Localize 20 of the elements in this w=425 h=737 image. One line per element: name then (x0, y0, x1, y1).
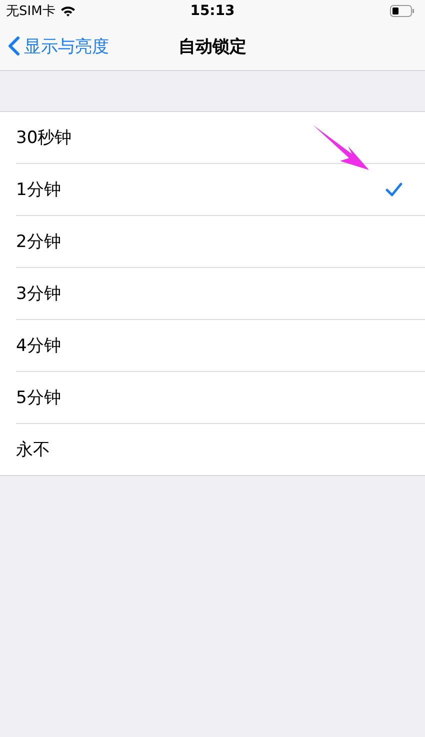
battery-icon (390, 5, 415, 17)
option-row[interactable]: 3分钟 (16, 268, 425, 320)
arrow-icon (312, 124, 372, 172)
option-label: 4分钟 (16, 335, 61, 357)
option-row[interactable]: 2分钟 (16, 216, 425, 268)
option-row[interactable]: 5分钟 (16, 372, 425, 424)
option-row[interactable]: 永不 (16, 424, 425, 475)
option-label: 30秒钟 (16, 127, 72, 149)
option-label: 2分钟 (16, 231, 61, 253)
option-label: 1分钟 (16, 179, 61, 201)
carrier-text: 无SIM卡 (6, 3, 56, 20)
chevron-left-icon (8, 36, 20, 56)
wifi-icon (60, 5, 76, 17)
option-row[interactable]: 4分钟 (16, 320, 425, 372)
clock-time: 15:13 (190, 3, 235, 19)
option-label: 永不 (16, 439, 50, 461)
page-title: 自动锁定 (178, 36, 246, 58)
back-button[interactable]: 显示与亮度 (0, 34, 117, 58)
option-label: 3分钟 (16, 283, 61, 305)
option-label: 5分钟 (16, 387, 61, 409)
